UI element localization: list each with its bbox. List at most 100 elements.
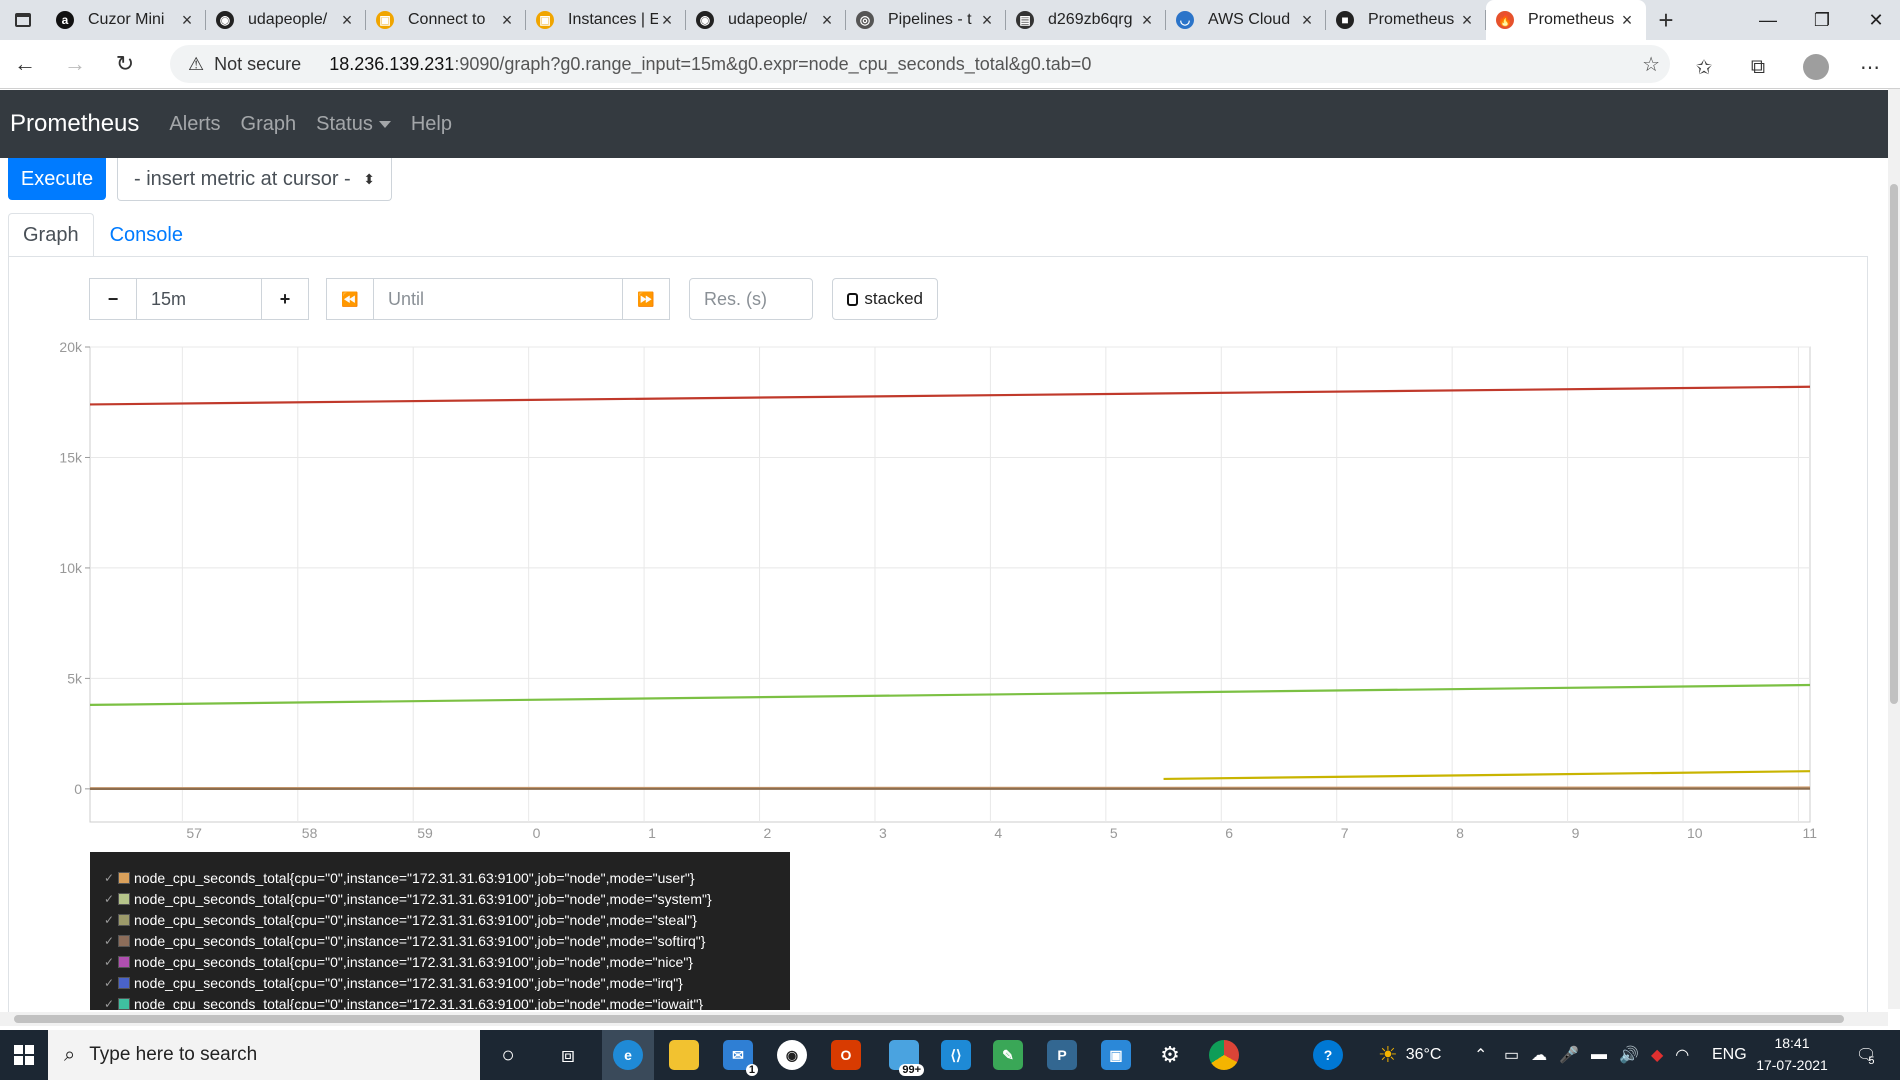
help-app-icon[interactable]: ? (1302, 1030, 1354, 1080)
stacked-toggle[interactable]: stacked (832, 278, 938, 320)
close-tab-icon[interactable]: × (1458, 10, 1476, 31)
nav-status[interactable]: Status (316, 113, 391, 136)
add-favorite-icon[interactable]: ☆ (1642, 52, 1660, 77)
x-tick-label: 8 (1456, 825, 1464, 841)
maximize-button[interactable]: ❐ (1792, 0, 1852, 40)
browser-tab[interactable]: ▣ Connect to × (366, 0, 526, 40)
weather-sun-icon: ☀ (1378, 1042, 1398, 1067)
vertical-scrollbar[interactable] (1888, 89, 1900, 1009)
minimize-button[interactable]: — (1738, 0, 1798, 40)
range-decrease-button[interactable]: − (89, 278, 137, 320)
notification-center[interactable]: 🗨 5 (1856, 1030, 1876, 1080)
close-tab-icon[interactable]: × (818, 10, 836, 31)
mail-app-icon[interactable]: ✉ 1 (712, 1030, 764, 1080)
browser-tab[interactable]: ◉ udapeople/ × (206, 0, 366, 40)
address-bar[interactable]: ⚠ Not secure 18.236.139.231:9090/graph?g… (170, 45, 1670, 83)
reload-button[interactable]: ↻ (100, 44, 150, 84)
back-button[interactable]: ← (0, 44, 50, 84)
close-tab-icon[interactable]: × (1298, 10, 1316, 31)
antivirus-icon[interactable]: ◆ (1651, 1045, 1663, 1065)
file-explorer-icon[interactable] (658, 1030, 710, 1080)
tray-icons[interactable]: ▭ ☁ 🎤 ▬ 🔊 ◆ ◠ (1504, 1030, 1689, 1080)
browser-tab[interactable]: ◉ udapeople/ × (686, 0, 846, 40)
close-tab-icon[interactable]: × (1618, 10, 1636, 31)
brand-logo[interactable]: Prometheus (10, 110, 139, 138)
tab-graph[interactable]: Graph (8, 213, 94, 257)
vscode-app-icon[interactable]: ⟨⟩ (930, 1030, 982, 1080)
taskbar-clock[interactable]: 18:41 17-07-2021 (1752, 1032, 1832, 1076)
x-tick-label: 2 (764, 825, 772, 841)
show-hidden-icons[interactable]: ⌃ (1474, 1030, 1487, 1080)
legend-item[interactable]: ✓ node_cpu_seconds_total{cpu="0",instance… (90, 909, 790, 930)
horizontal-scrollbar[interactable] (0, 1012, 1888, 1026)
github-desktop-icon[interactable]: ◉ (766, 1030, 818, 1080)
legend-item[interactable]: ✓ node_cpu_seconds_total{cpu="0",instance… (90, 993, 790, 1011)
language-indicator[interactable]: ENG (1712, 1030, 1747, 1080)
tab-actions-menu[interactable] (0, 0, 46, 40)
image-app-icon[interactable]: ✎ (982, 1030, 1034, 1080)
legend-item[interactable]: ✓ node_cpu_seconds_total{cpu="0",instance… (90, 972, 790, 993)
onedrive-icon[interactable]: ☁ (1531, 1045, 1547, 1065)
time-forward-button[interactable]: ⏩ (622, 278, 670, 320)
close-tab-icon[interactable]: × (658, 10, 676, 31)
microphone-icon[interactable]: 🎤 (1559, 1045, 1579, 1065)
nav-help[interactable]: Help (411, 113, 452, 136)
nav-alerts[interactable]: Alerts (169, 113, 220, 136)
collections-icon[interactable]: ⧉ (1740, 49, 1776, 85)
browser-tab[interactable]: ▣ Instances | E × (526, 0, 686, 40)
taskbar-search-placeholder: Type here to search (89, 1044, 258, 1065)
close-tab-icon[interactable]: × (338, 10, 356, 31)
settings-app-icon[interactable]: ⚙ (1144, 1030, 1196, 1080)
remote-desktop-icon[interactable]: ▣ (1090, 1030, 1142, 1080)
stacked-checkbox[interactable] (847, 292, 859, 306)
nav-graph[interactable]: Graph (241, 113, 297, 136)
browser-tab[interactable]: ◡ AWS Cloud × (1166, 0, 1326, 40)
browser-tab[interactable]: a Cuzor Mini × (46, 0, 206, 40)
battery-icon[interactable]: ▬ (1591, 1046, 1607, 1064)
tab-console[interactable]: Console (94, 213, 197, 257)
metric-graph[interactable]: 57 58 59 0 1 2 3 4 5 6 7 8 9 10 11 0 5k 10k 15k 20k (40, 335, 1820, 850)
until-input[interactable]: Until (373, 278, 623, 320)
start-button[interactable] (0, 1030, 48, 1080)
close-tab-icon[interactable]: × (978, 10, 996, 31)
edge-app-icon[interactable]: e (602, 1030, 654, 1080)
cortana-icon[interactable]: ○ (482, 1030, 534, 1080)
postgres-app-icon[interactable]: P (1036, 1030, 1088, 1080)
vertical-scroll-thumb[interactable] (1890, 184, 1898, 704)
insert-metric-select[interactable]: - insert metric at cursor - ⬍ (117, 158, 392, 201)
browser-tab[interactable]: ■ Prometheus × (1326, 0, 1486, 40)
wifi-icon[interactable]: ◠ (1675, 1045, 1689, 1065)
office-app-icon[interactable]: O (820, 1030, 872, 1080)
meet-now-icon[interactable]: ▭ (1504, 1045, 1519, 1065)
close-tab-icon[interactable]: × (1138, 10, 1156, 31)
close-tab-icon[interactable]: × (178, 10, 196, 31)
new-tab-button[interactable]: + (1646, 0, 1686, 40)
legend-item[interactable]: ✓ node_cpu_seconds_total{cpu="0",instance… (90, 951, 790, 972)
task-view-icon[interactable]: ⧈ (542, 1030, 594, 1080)
range-increase-button[interactable]: + (261, 278, 309, 320)
chrome-app-icon[interactable] (1198, 1030, 1250, 1080)
time-back-button[interactable]: ⏪ (326, 278, 374, 320)
close-window-button[interactable]: ✕ (1846, 0, 1900, 40)
settings-menu-icon[interactable]: ⋯ (1852, 49, 1888, 85)
execute-button[interactable]: Execute (8, 158, 106, 200)
profile-avatar[interactable] (1798, 49, 1834, 85)
legend-item[interactable]: ✓ node_cpu_seconds_total{cpu="0",instance… (90, 867, 790, 888)
files-app-icon[interactable]: 99+ (878, 1030, 930, 1080)
favorites-icon[interactable]: ✩ (1686, 49, 1722, 85)
close-tab-icon[interactable]: × (498, 10, 516, 31)
legend-item[interactable]: ✓ node_cpu_seconds_total{cpu="0",instance… (90, 888, 790, 909)
taskbar-search[interactable]: ⌕ Type here to search (48, 1030, 480, 1080)
resolution-input[interactable]: Res. (s) (689, 278, 813, 320)
forward-button[interactable]: → (50, 44, 100, 84)
volume-icon[interactable]: 🔊 (1619, 1045, 1639, 1065)
browser-tab[interactable]: ◎ Pipelines - t × (846, 0, 1006, 40)
nav-status-label: Status (316, 112, 373, 135)
browser-tab[interactable]: 🔥 Prometheus × (1486, 0, 1646, 40)
legend-item[interactable]: ✓ node_cpu_seconds_total{cpu="0",instance… (90, 930, 790, 951)
weather-widget[interactable]: ☀ 36°C (1378, 1030, 1441, 1080)
not-secure-label[interactable]: Not secure (214, 54, 301, 75)
range-input[interactable]: 15m (136, 278, 262, 320)
horizontal-scroll-thumb[interactable] (14, 1015, 1844, 1023)
browser-tab[interactable]: ▤ d269zb6qrg × (1006, 0, 1166, 40)
